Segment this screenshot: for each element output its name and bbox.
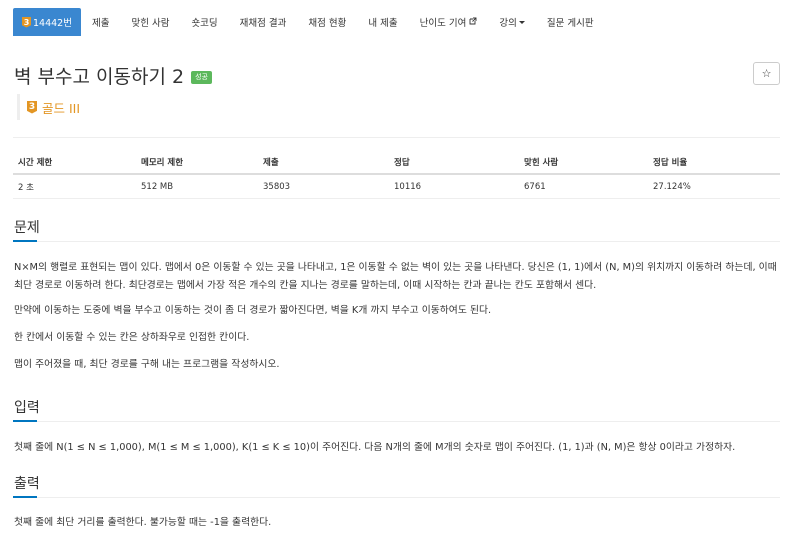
header-accepted: 정답 xyxy=(394,157,410,168)
header-accept-ratio: 정답 비율 xyxy=(653,157,688,168)
problem-nav-tabs: 3 14442번 제출 맞힌 사람 숏코딩 재채점 결과 채점 현황 내 제출 … xyxy=(13,8,787,36)
section-output: 출력 첫째 줄에 최단 거리를 출력한다. 불가능할 때는 -1을 출력한다. xyxy=(13,474,780,532)
value-memory-limit: 512 MB xyxy=(141,181,174,192)
tab-difficulty-label: 난이도 기여 xyxy=(419,18,467,29)
section-header: 출력 xyxy=(13,474,780,498)
chevron-down-icon xyxy=(518,20,525,24)
header-memory-limit: 메모리 제한 xyxy=(141,157,184,168)
section-description: 문제 N×M의 행렬로 표현되는 맵이 있다. 맵에서 0은 이동할 수 있는 … xyxy=(13,218,780,374)
problem-title-row: 벽 부수고 이동하기 2 성공 xyxy=(14,62,212,89)
section-input: 입력 첫째 줄에 N(1 ≤ N ≤ 1,000), M(1 ≤ M ≤ 1,0… xyxy=(13,398,780,457)
value-solvers: 6761 xyxy=(524,181,546,192)
input-paragraph: 첫째 줄에 N(1 ≤ N ≤ 1,000), M(1 ≤ M ≤ 1,000)… xyxy=(14,442,736,453)
value-accept-ratio: 27.124% xyxy=(653,181,691,192)
status-badge: 성공 xyxy=(191,71,212,84)
tab-accepted-users[interactable]: 맞힌 사람 xyxy=(120,8,180,36)
section-underline xyxy=(13,240,37,242)
description-paragraph: 한 칸에서 이동할 수 있는 칸은 상하좌우로 인접한 칸이다. xyxy=(14,332,250,343)
page-title: 벽 부수고 이동하기 2 xyxy=(14,66,185,88)
tab-lectures[interactable]: 강의 xyxy=(488,8,535,36)
star-icon: ☆ xyxy=(761,67,772,80)
section-underline xyxy=(13,420,37,422)
tab-my-submissions[interactable]: 내 제출 xyxy=(357,8,408,36)
value-accepted: 10116 xyxy=(394,181,422,192)
table-header-row: 시간 제한 메모리 제한 제출 정답 맞힌 사람 정답 비율 xyxy=(13,150,780,175)
tab-judge-status[interactable]: 채점 현황 xyxy=(297,8,357,36)
tier-icon: 3 xyxy=(27,100,37,114)
external-link-icon xyxy=(469,17,477,27)
tier-label: 골드 III xyxy=(42,100,81,116)
section-header: 입력 xyxy=(13,398,780,422)
output-paragraph: 첫째 줄에 최단 거리를 출력한다. 불가능할 때는 -1을 출력한다. xyxy=(14,517,272,528)
tab-lectures-label: 강의 xyxy=(499,18,517,29)
header-submissions: 제출 xyxy=(263,157,279,168)
tab-rejudge-results[interactable]: 재채점 결과 xyxy=(229,8,298,36)
description-paragraph: N×M의 행렬로 표현되는 맵이 있다. 맵에서 0은 이동할 수 있는 곳을 … xyxy=(14,262,777,291)
tab-submit[interactable]: 제출 xyxy=(81,8,120,36)
section-underline xyxy=(13,496,37,498)
tab-problem-label: 14442번 xyxy=(33,18,72,29)
favorite-button[interactable]: ☆ xyxy=(753,62,780,85)
problem-info-table: 시간 제한 메모리 제한 제출 정답 맞힌 사람 정답 비율 2 초 512 M… xyxy=(13,150,780,199)
value-submissions: 35803 xyxy=(263,181,291,192)
table-row: 2 초 512 MB 35803 10116 6761 27.124% xyxy=(13,175,780,199)
tier-icon: 3 xyxy=(22,16,31,28)
section-title: 입력 xyxy=(14,400,40,416)
header-time-limit: 시간 제한 xyxy=(18,157,53,168)
description-paragraph: 만약에 이동하는 도중에 벽을 부수고 이동하는 것이 좀 더 경로가 짧아진다… xyxy=(14,305,492,316)
tab-problem[interactable]: 3 14442번 xyxy=(13,8,81,36)
tab-short-coding[interactable]: 숏코딩 xyxy=(180,8,228,36)
header-solvers: 맞힌 사람 xyxy=(524,157,559,168)
description-paragraph: 맵이 주어졌을 때, 최단 경로를 구해 내는 프로그램을 작성하시오. xyxy=(14,359,280,370)
section-title: 출력 xyxy=(14,476,40,492)
value-time-limit: 2 초 xyxy=(18,182,34,193)
problem-tier: 3 골드 III xyxy=(17,94,80,120)
tab-difficulty-contribution[interactable]: 난이도 기여 xyxy=(409,8,489,36)
section-title: 문제 xyxy=(14,220,40,236)
divider xyxy=(13,137,780,138)
section-header: 문제 xyxy=(13,218,780,242)
tab-qna-board[interactable]: 질문 게시판 xyxy=(536,8,605,36)
